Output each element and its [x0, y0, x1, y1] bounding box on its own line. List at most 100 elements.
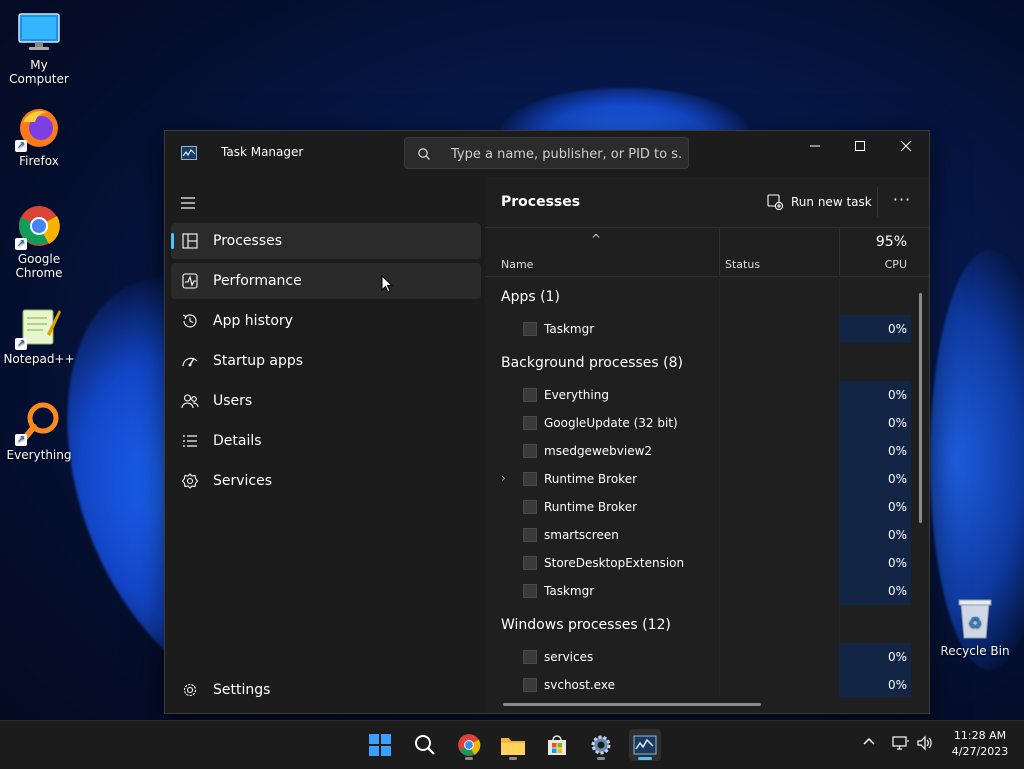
- nav-label: Settings: [213, 682, 271, 698]
- chevron-up-icon: [863, 737, 875, 745]
- mouse-cursor-icon: [381, 275, 393, 293]
- table-row[interactable]: Taskmgr 0%: [485, 315, 915, 343]
- more-options-button[interactable]: ···: [889, 191, 915, 213]
- table-row[interactable]: services 0%: [485, 643, 915, 671]
- gear-icon: [591, 735, 611, 755]
- firefox-icon: ↗: [15, 106, 61, 152]
- nav-item-settings[interactable]: Settings: [171, 672, 481, 708]
- nav-item-services[interactable]: Services: [171, 463, 481, 499]
- search-box[interactable]: [404, 137, 689, 169]
- nav-item-startup-apps[interactable]: Startup apps: [171, 343, 481, 379]
- nav-item-users[interactable]: Users: [171, 383, 481, 419]
- desktop-icon-chrome[interactable]: ↗ Google Chrome: [0, 204, 78, 280]
- process-name: msedgewebview2: [544, 444, 653, 458]
- table-row[interactable]: smartscreen 0%: [485, 521, 915, 549]
- desktop-icon-everything[interactable]: ↗ Everything: [0, 400, 78, 462]
- show-hidden-icons-button[interactable]: [862, 735, 876, 750]
- pane-header: Processes Run new task ···: [485, 177, 929, 228]
- taskbar: 11:28 AM 4/27/2023: [0, 720, 1024, 769]
- process-icon: [523, 472, 537, 486]
- table-row[interactable]: Runtime Broker 0%: [485, 493, 915, 521]
- desktop-icon-label: My Computer: [9, 58, 69, 86]
- network-button[interactable]: [892, 735, 910, 754]
- maximize-icon: [855, 141, 865, 151]
- table-row[interactable]: Taskmgr 0%: [485, 577, 915, 605]
- table-row[interactable]: svchost.exe 0%: [485, 671, 915, 697]
- process-icon: [523, 650, 537, 664]
- services-icon: [181, 472, 199, 490]
- taskbar-task-manager[interactable]: [629, 729, 661, 761]
- process-cpu: 0%: [839, 643, 911, 671]
- processes-icon: [181, 232, 199, 250]
- process-icon: [523, 556, 537, 570]
- column-separator[interactable]: [719, 228, 720, 276]
- svg-text:♻: ♻: [968, 613, 982, 632]
- search-input[interactable]: [449, 144, 685, 164]
- everything-search-icon: ↗: [15, 400, 61, 446]
- group-header-background[interactable]: Background processes (8): [501, 355, 683, 371]
- search-icon: [415, 735, 435, 755]
- process-name: GoogleUpdate (32 bit): [544, 416, 678, 430]
- table-row[interactable]: › Runtime Broker 0%: [485, 465, 915, 493]
- nav-item-performance[interactable]: Performance: [171, 263, 481, 299]
- nav-label: Details: [213, 433, 262, 449]
- run-new-task-button[interactable]: Run new task: [767, 191, 872, 213]
- hamburger-menu-icon[interactable]: [179, 195, 197, 209]
- process-cpu: 0%: [839, 577, 911, 605]
- desktop-icon-label: Recycle Bin: [940, 644, 1010, 658]
- table-row[interactable]: GoogleUpdate (32 bit) 0%: [485, 409, 915, 437]
- volume-icon: [917, 735, 932, 751]
- nav-label: App history: [213, 313, 293, 329]
- process-list: Apps (1) Taskmgr 0% Background processes…: [485, 277, 929, 697]
- windows-logo-icon: [369, 734, 391, 756]
- desktop-icon-label: Google Chrome: [15, 252, 63, 280]
- process-name: Runtime Broker: [544, 500, 638, 514]
- desktop-icon-recycle-bin[interactable]: ♻ Recycle Bin: [936, 596, 1014, 658]
- process-name: StoreDesktopExtension: [544, 556, 685, 570]
- task-manager-window: Task Manager Processes: [164, 130, 930, 714]
- close-button[interactable]: [883, 131, 929, 161]
- process-name: Runtime Broker: [544, 472, 638, 486]
- start-button[interactable]: [364, 729, 396, 761]
- expand-chevron-icon[interactable]: ›: [501, 471, 506, 485]
- selected-indicator: [171, 233, 174, 249]
- processes-pane: Processes Run new task ··· ^ Name Status…: [485, 177, 929, 713]
- nav-item-details[interactable]: Details: [171, 423, 481, 459]
- maximize-button[interactable]: [837, 131, 883, 161]
- process-cpu: 0%: [839, 493, 911, 521]
- desktop-icon-my-computer[interactable]: My Computer: [0, 10, 78, 86]
- cpu-total-percent: 95%: [875, 234, 907, 250]
- taskbar-chrome[interactable]: [453, 729, 485, 761]
- title-bar[interactable]: Task Manager: [165, 131, 929, 177]
- close-icon: [900, 140, 912, 152]
- taskbar-search-button[interactable]: [409, 729, 441, 761]
- minimize-button[interactable]: [792, 131, 838, 161]
- taskbar-settings[interactable]: [585, 729, 617, 761]
- clock[interactable]: 11:28 AM 4/27/2023: [940, 728, 1020, 760]
- process-icon: [523, 678, 537, 692]
- notepad-plus-plus-icon: ↗: [15, 304, 61, 350]
- nav-item-processes[interactable]: Processes: [171, 223, 481, 259]
- nav-label: Users: [213, 393, 253, 409]
- volume-button[interactable]: [916, 735, 934, 754]
- table-row[interactable]: msedgewebview2 0%: [485, 437, 915, 465]
- process-name: Taskmgr: [544, 584, 595, 598]
- process-icon: [523, 388, 537, 402]
- column-header-status[interactable]: Status: [725, 258, 760, 271]
- desktop-icon-firefox[interactable]: ↗ Firefox: [0, 106, 78, 168]
- process-cpu: 0%: [839, 315, 911, 343]
- process-cpu: 0%: [839, 409, 911, 437]
- vertical-scrollbar[interactable]: [919, 293, 922, 523]
- table-row[interactable]: Everything 0%: [485, 381, 915, 409]
- taskbar-store[interactable]: [541, 729, 573, 761]
- column-header-cpu[interactable]: CPU: [837, 258, 907, 271]
- column-header-name[interactable]: Name: [501, 258, 533, 271]
- horizontal-scrollbar[interactable]: [503, 703, 761, 706]
- table-row[interactable]: StoreDesktopExtension 0%: [485, 549, 915, 577]
- group-header-windows[interactable]: Windows processes (12): [501, 617, 671, 633]
- taskbar-file-explorer[interactable]: [497, 729, 529, 761]
- group-header-apps[interactable]: Apps (1): [501, 289, 560, 305]
- desktop-icon-notepad-plus-plus[interactable]: ↗ Notepad++: [0, 304, 78, 366]
- nav-item-app-history[interactable]: App history: [171, 303, 481, 339]
- details-icon: [181, 432, 199, 450]
